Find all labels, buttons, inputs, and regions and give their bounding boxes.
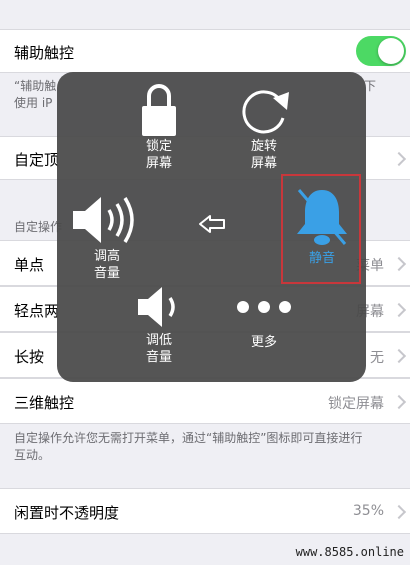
idle-opacity-row[interactable]: 闲置时不透明度 35% bbox=[0, 488, 410, 534]
chevron-right-icon bbox=[391, 504, 407, 520]
more-dots-icon bbox=[237, 301, 291, 313]
force-touch-row[interactable]: 三维触控 锁定屏幕 bbox=[0, 378, 410, 424]
single-tap-label: 单点 bbox=[14, 256, 45, 274]
customize-top-menu-label: 自定顶 bbox=[14, 151, 60, 169]
volume-up-button[interactable]: 调高 音量 bbox=[71, 192, 143, 282]
mute-highlight-box bbox=[281, 174, 361, 284]
assistive-touch-row: 辅助触控 bbox=[0, 29, 410, 73]
back-button[interactable] bbox=[197, 214, 227, 234]
volume-up-label: 调高 音量 bbox=[93, 249, 120, 281]
long-press-value: 无 bbox=[370, 350, 384, 366]
long-press-label: 长按 bbox=[14, 348, 45, 366]
volume-down-label: 调低 音量 bbox=[145, 333, 172, 365]
chevron-right-icon bbox=[391, 302, 407, 318]
watermark: www.8585.online bbox=[295, 545, 404, 559]
chevron-right-icon bbox=[391, 151, 407, 167]
lock-screen-label: 锁定 屏幕 bbox=[145, 139, 172, 171]
assistive-touch-label: 辅助触控 bbox=[14, 44, 75, 62]
volume-down-icon bbox=[138, 287, 175, 327]
lock-icon bbox=[142, 84, 176, 136]
chevron-right-icon bbox=[391, 256, 407, 272]
toggle-knob bbox=[378, 38, 404, 64]
volume-down-button[interactable]: 调低 音量 bbox=[129, 282, 189, 366]
back-arrow-icon bbox=[199, 215, 225, 233]
more-button[interactable]: 更多 bbox=[234, 294, 294, 351]
double-tap-label: 轻点两 bbox=[14, 302, 60, 320]
assistive-touch-menu: 锁定 屏幕 旋转 屏幕 调高 音量 静音 调低 音量 更多 bbox=[57, 72, 366, 382]
chevron-right-icon bbox=[391, 348, 407, 364]
idle-opacity-label: 闲置时不透明度 bbox=[14, 504, 120, 522]
force-touch-value: 锁定屏幕 bbox=[328, 396, 384, 412]
rotate-icon bbox=[242, 90, 289, 134]
lock-screen-button[interactable]: 锁定 屏幕 bbox=[129, 80, 189, 172]
idle-opacity-value: 35% bbox=[352, 503, 384, 519]
rotate-screen-label: 旋转 屏幕 bbox=[250, 139, 277, 171]
chevron-right-icon bbox=[391, 394, 407, 410]
force-touch-label: 三维触控 bbox=[14, 394, 75, 412]
volume-up-icon bbox=[73, 197, 134, 243]
assistive-touch-toggle[interactable] bbox=[356, 36, 406, 66]
rotate-screen-button[interactable]: 旋转 屏幕 bbox=[234, 82, 294, 172]
custom-actions-note: 自定操作允许您无需打开菜单，通过“辅助触控”图标即可直接进行互动。 bbox=[14, 431, 363, 462]
more-label: 更多 bbox=[250, 335, 277, 350]
